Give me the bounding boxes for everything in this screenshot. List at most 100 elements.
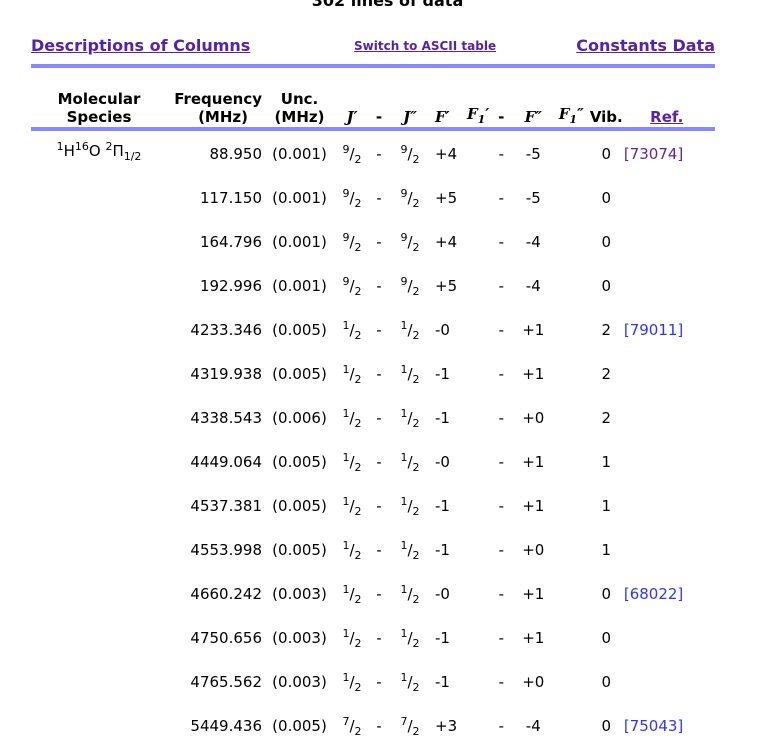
- dash-cell: -: [376, 497, 382, 515]
- uncertainty-cell: (0.003): [272, 673, 327, 691]
- j-lower-cell: 9/2: [400, 186, 420, 210]
- f-upper-cell: -0: [435, 585, 450, 603]
- ref-header-link[interactable]: Ref.: [650, 108, 683, 126]
- nav-links: Descriptions of Columns Switch to ASCII …: [31, 36, 715, 58]
- dash-cell: -: [376, 189, 382, 207]
- f-lower-cell: +1: [522, 629, 545, 647]
- frequency-cell: 88.950: [209, 145, 263, 163]
- vib-cell: 0: [601, 673, 612, 691]
- ref-cell: [623, 220, 683, 264]
- species-cell: [31, 440, 167, 484]
- species-cell: 1H16O 2Π1/2: [56, 140, 142, 163]
- dash-cell: -: [376, 541, 382, 559]
- f-upper-cell: +5: [435, 189, 458, 207]
- f1-upper-cell: [467, 528, 489, 572]
- f1-lower-cell: [553, 308, 589, 352]
- j-lower-cell: 1/2: [400, 626, 420, 650]
- species-cell: [31, 264, 167, 308]
- dash-cell: -: [498, 277, 504, 295]
- f-upper-cell: -1: [435, 541, 450, 559]
- f-upper-cell: -1: [435, 629, 450, 647]
- dash-cell: -: [498, 365, 504, 383]
- species-cell: [31, 176, 167, 220]
- uncertainty-cell: (0.005): [272, 321, 327, 339]
- col-j-lower: J″: [403, 108, 417, 126]
- col-species: Molecular Species: [57, 90, 141, 126]
- f-lower-cell: +1: [522, 497, 545, 515]
- vib-cell: 2: [601, 321, 612, 339]
- descriptions-link[interactable]: Descriptions of Columns: [31, 36, 250, 55]
- f1-lower-cell: [553, 528, 589, 572]
- f-lower-cell: -4: [525, 717, 541, 735]
- f1-upper-cell: [467, 264, 489, 308]
- uncertainty-cell: (0.005): [272, 497, 327, 515]
- ascii-table-link[interactable]: Switch to ASCII table: [354, 39, 496, 53]
- f1-upper-cell: [467, 704, 489, 748]
- j-upper-cell: 1/2: [342, 362, 362, 386]
- table-row: 164.796 (0.001) 9/2 - 9/2 +4 - -4 0: [31, 220, 683, 264]
- f-upper-cell: -1: [435, 673, 450, 691]
- ref-link[interactable]: [68022]: [624, 585, 683, 603]
- j-upper-cell: 9/2: [342, 274, 362, 298]
- vib-cell: 0: [601, 233, 612, 251]
- ref-link[interactable]: [75043]: [624, 717, 683, 735]
- j-lower-cell: 7/2: [400, 714, 420, 738]
- f1-lower-cell: [553, 484, 589, 528]
- j-lower-cell: 1/2: [400, 318, 420, 342]
- f-lower-cell: +0: [522, 409, 545, 427]
- vib-cell: 1: [601, 497, 612, 515]
- col-f-lower: F″: [524, 108, 542, 126]
- species-cell: [31, 220, 167, 264]
- page-title: 302 lines of data: [311, 0, 464, 10]
- j-upper-cell: 1/2: [342, 626, 362, 650]
- dash-cell: -: [376, 717, 382, 735]
- dash-cell: -: [376, 233, 382, 251]
- f1-upper-cell: [467, 440, 489, 484]
- f1-lower-cell: [553, 352, 589, 396]
- j-lower-cell: 1/2: [400, 670, 420, 694]
- uncertainty-cell: (0.001): [272, 277, 327, 295]
- f1-lower-cell: [553, 616, 589, 660]
- uncertainty-cell: (0.003): [272, 629, 327, 647]
- table-row: 4553.998 (0.005) 1/2 - 1/2 -1 - +0 1: [31, 528, 683, 572]
- dash-cell: -: [498, 409, 504, 427]
- table-row: 4338.543 (0.006) 1/2 - 1/2 -1 - +0 2: [31, 396, 683, 440]
- f-upper-cell: +3: [435, 717, 458, 735]
- frequency-cell: 4233.346: [190, 321, 262, 339]
- vib-cell: 1: [601, 453, 612, 471]
- constants-data-link[interactable]: Constants Data: [576, 36, 715, 55]
- vib-cell: 0: [601, 145, 612, 163]
- spectral-lines-table: Molecular Species Frequency (MHz) Unc. (MHz…: [31, 72, 684, 748]
- ref-link[interactable]: [73074]: [624, 145, 683, 163]
- f1-lower-cell: [553, 440, 589, 484]
- ref-link[interactable]: [79011]: [624, 321, 683, 339]
- f-upper-cell: +5: [435, 277, 458, 295]
- col-frequency: Frequency (MHz): [174, 90, 262, 126]
- j-upper-cell: 1/2: [342, 450, 362, 474]
- f1-upper-cell: [467, 660, 489, 704]
- f-upper-cell: +4: [435, 233, 458, 251]
- f1-upper-cell: [467, 396, 489, 440]
- vib-cell: 0: [601, 629, 612, 647]
- frequency-cell: 4660.242: [190, 585, 262, 603]
- f1-lower-cell: [553, 704, 589, 748]
- f-upper-cell: -1: [435, 365, 450, 383]
- f1-lower-cell: [553, 660, 589, 704]
- uncertainty-cell: (0.006): [272, 409, 327, 427]
- j-upper-cell: 1/2: [342, 538, 362, 562]
- table-row: 1H16O 2Π1/2 88.950 (0.001) 9/2 - 9/2 +4 …: [31, 132, 684, 176]
- col-dash: -: [375, 108, 383, 126]
- species-cell: [31, 616, 167, 660]
- f-lower-cell: -5: [525, 145, 541, 163]
- table-row: 4449.064 (0.005) 1/2 - 1/2 -0 - +1 1: [31, 440, 683, 484]
- j-upper-cell: 1/2: [342, 582, 362, 606]
- species-cell: [31, 660, 167, 704]
- dash-cell: -: [498, 541, 504, 559]
- dash-cell: -: [498, 717, 504, 735]
- j-upper-cell: 9/2: [342, 186, 362, 210]
- dash-cell: -: [498, 233, 504, 251]
- ref-cell: [623, 264, 683, 308]
- j-lower-cell: 1/2: [400, 406, 420, 430]
- j-upper-cell: 7/2: [342, 714, 362, 738]
- f1-lower-cell: [553, 264, 589, 308]
